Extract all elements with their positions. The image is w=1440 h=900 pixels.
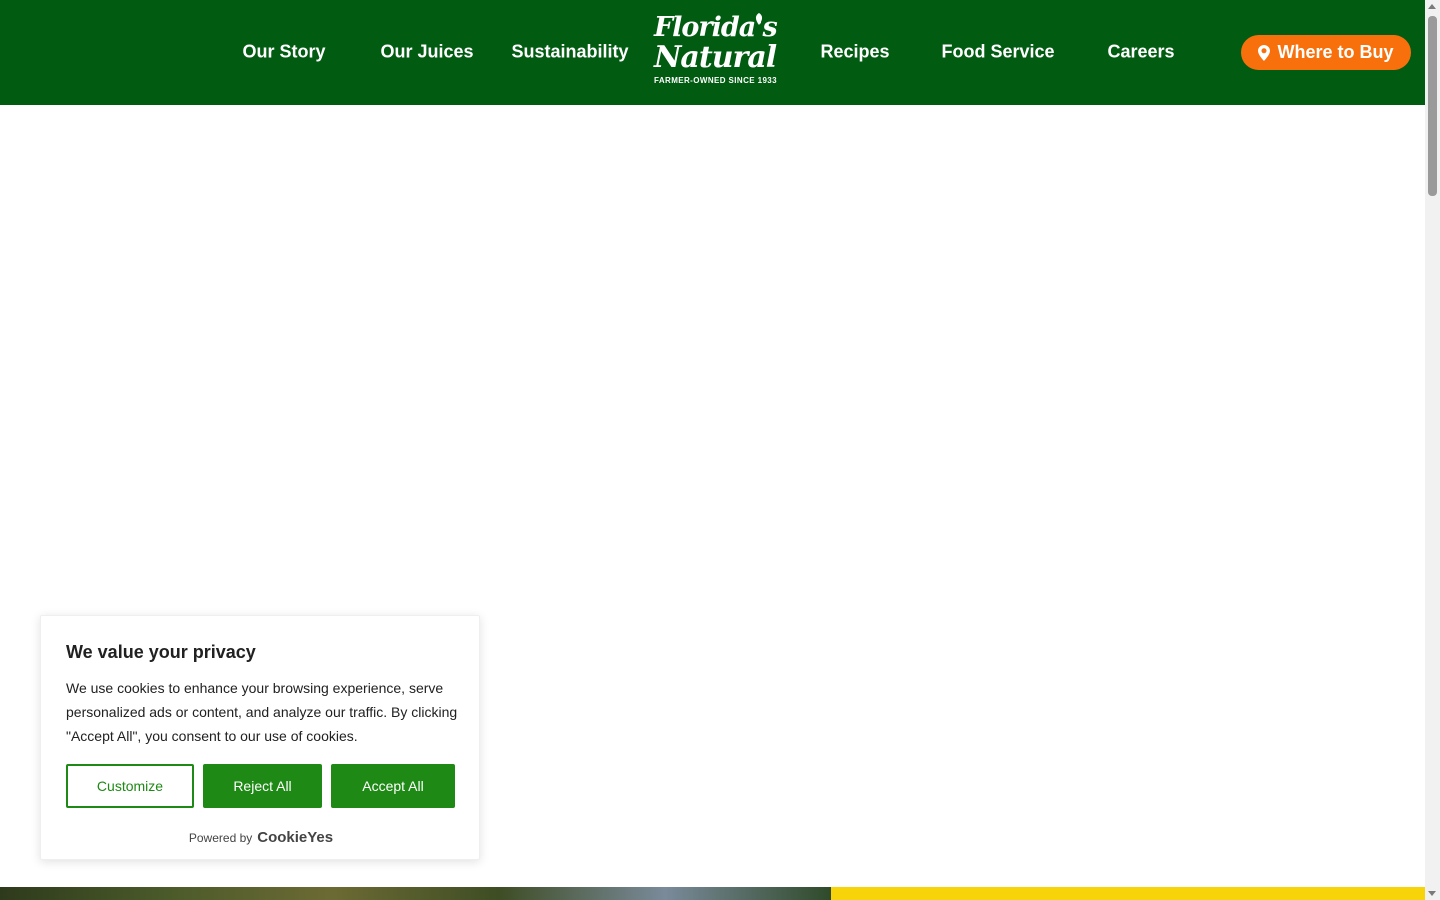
customize-button[interactable]: Customize [66,764,194,808]
cookie-banner-text: We use cookies to enhance your browsing … [66,680,458,744]
hero-photo-strip [0,887,831,900]
scroll-up-arrow-icon[interactable] [1428,4,1436,9]
where-to-buy-label: Where to Buy [1277,42,1394,62]
page-scrollbar[interactable] [1425,0,1440,900]
cookie-consent-banner: We value your privacy We use cookies to … [40,615,480,860]
cookie-banner-title: We value your privacy [66,642,256,662]
map-pin-icon [1258,44,1271,61]
floridas-natural-logo[interactable]: Florida's Natural FARMER-OWNED SINCE 193… [654,12,778,92]
nav-our-juices[interactable]: Our Juices [380,42,473,63]
nav-our-story[interactable]: Our Story [242,42,325,63]
reject-all-button[interactable]: Reject All [203,764,322,808]
logo-text-floridas: Florida's [654,12,778,43]
logo-text-natural: Natural [654,40,777,75]
where-to-buy-button[interactable]: Where to Buy [1241,35,1411,70]
cookieyes-logo[interactable]: CookieYes [257,829,333,846]
hero-yellow-panel [831,887,1425,900]
powered-by: Powered by CookieYes [41,829,481,846]
nav-recipes[interactable]: Recipes [820,42,889,63]
scrollbar-thumb[interactable] [1428,16,1437,196]
powered-by-label: Powered by [188,830,253,845]
scroll-down-arrow-icon[interactable] [1428,891,1436,896]
accept-all-button[interactable]: Accept All [331,764,455,808]
nav-sustainability[interactable]: Sustainability [511,42,628,63]
nav-careers[interactable]: Careers [1107,42,1174,63]
nav-food-service[interactable]: Food Service [941,42,1054,63]
logo-tagline: FARMER-OWNED SINCE 1933 [654,76,777,85]
site-header: Our Story Our Juices Sustainability Flor… [0,0,1425,105]
